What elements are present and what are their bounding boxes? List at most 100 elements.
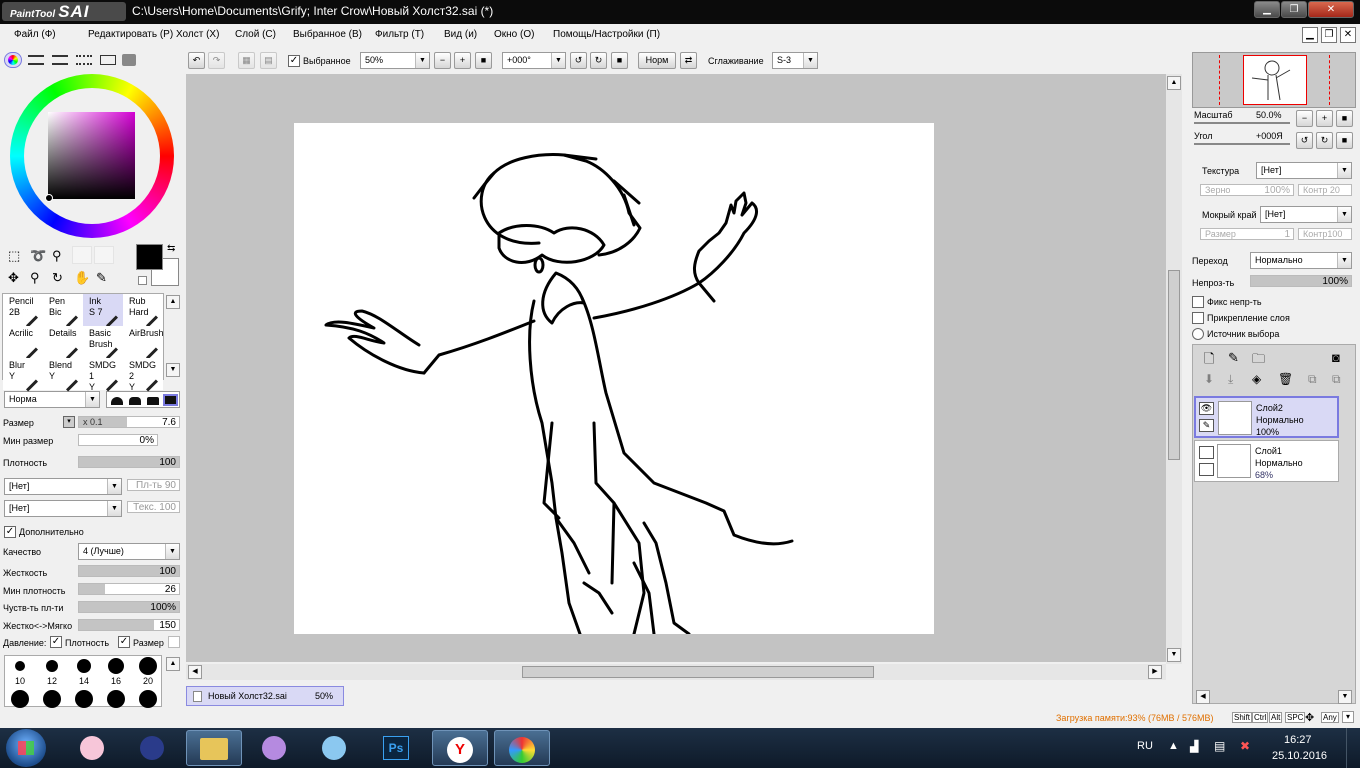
menu-file[interactable]: Файл (Ф) — [14, 29, 56, 40]
eyedropper-icon[interactable]: ✎ — [96, 270, 107, 286]
network-icon[interactable]: ▟ — [1190, 740, 1198, 753]
swap-colors-icon[interactable]: ⇆ — [167, 243, 175, 254]
layer-blend-select[interactable]: Нормально ▼ — [1250, 252, 1352, 269]
brush-tool-airbrush[interactable]: AirBrush — [123, 326, 164, 360]
brush-texture-select[interactable]: [Нет] ▼ — [4, 478, 122, 495]
brush-size-preset-dot[interactable] — [15, 661, 25, 671]
layers-scroll-down-button[interactable]: ▼ — [1338, 690, 1352, 704]
horizontal-scrollbar[interactable]: ◀ ▶ — [186, 664, 1166, 680]
taskbar-pony-icon[interactable] — [64, 730, 120, 766]
brush-tool-blend[interactable]: Blend Y — [43, 358, 83, 392]
zoom-reset-button[interactable]: ■ — [475, 52, 492, 69]
texture-strength-slider[interactable]: Текс. 100 — [127, 501, 180, 513]
eye-icon[interactable] — [1199, 446, 1214, 459]
menu-layer[interactable]: Слой (С) — [235, 29, 276, 40]
layer-opacity-slider[interactable]: 100% — [1250, 275, 1352, 287]
flip-horizontal-button[interactable]: ⇄ — [680, 52, 697, 69]
taskbar-photoshop-icon[interactable]: Ps — [368, 730, 424, 766]
document-tab[interactable]: Новый Холст32.sai 50% — [186, 686, 344, 706]
zoom-select[interactable]: 50% ▼ — [360, 52, 430, 69]
min-size-slider[interactable]: 0% — [78, 434, 158, 446]
minimize-button[interactable]: ▁ — [1254, 1, 1280, 18]
redo-button[interactable]: ↷ — [208, 52, 225, 69]
pressure-extra-checkbox[interactable] — [168, 636, 180, 648]
delete-layer-icon[interactable]: 🗑 — [1278, 372, 1293, 386]
brush-shape-flat-icon[interactable] — [147, 397, 159, 405]
texture-contrast-slider[interactable]: Контр 20 — [1298, 184, 1352, 196]
canvas-document[interactable] — [294, 123, 934, 636]
layers-scroll-left-button[interactable]: ◀ — [1196, 690, 1210, 704]
brush-tool-basic[interactable]: Basic Brush — [83, 326, 123, 360]
tool-scroll-up-button[interactable]: ▲ — [166, 295, 180, 309]
pressure-sense-slider[interactable]: 100% — [78, 601, 180, 613]
hard-soft-slider[interactable]: 150 — [78, 619, 180, 631]
preset-scroll-up-button[interactable]: ▲ — [166, 657, 180, 671]
show-desktop-button[interactable] — [1346, 728, 1360, 768]
min-density-slider[interactable]: 26 — [78, 583, 180, 595]
wet-contrast-slider[interactable]: Контр100 — [1298, 228, 1352, 240]
start-button[interactable] — [6, 729, 46, 767]
device-icon[interactable]: ▤ — [1214, 739, 1225, 753]
scroll-left-button[interactable]: ◀ — [188, 665, 202, 679]
zoom-in-button[interactable]: + — [454, 52, 471, 69]
palette-tab[interactable] — [122, 54, 136, 66]
vertical-scroll-thumb[interactable] — [1168, 270, 1180, 460]
brush-tool-smdg-1[interactable]: SMDG 1Y — [83, 358, 123, 392]
brush-tool-blur[interactable]: Blur Y — [3, 358, 43, 392]
rotate-reset-button[interactable]: ■ — [611, 52, 628, 69]
mask-icon[interactable]: ◙ — [1332, 350, 1340, 365]
navigator-viewport[interactable] — [1243, 55, 1307, 105]
invert-selection-button[interactable]: ▤ — [260, 52, 277, 69]
primary-color-swatch[interactable] — [136, 244, 163, 270]
brush-tool-pencil[interactable]: Pencil 2B — [3, 294, 43, 328]
wet-edge-select[interactable]: [Нет] ▼ — [1260, 206, 1352, 223]
angle-select[interactable]: +000° ▼ — [502, 52, 566, 69]
hand-icon[interactable]: ✋ — [74, 270, 90, 286]
scratchpad-tab[interactable] — [100, 55, 116, 65]
size-slider[interactable]: x 0.1 7.6 — [78, 416, 180, 428]
density-slider[interactable]: 100 — [78, 456, 180, 468]
merge-down-icon[interactable]: ⤓ — [1228, 372, 1233, 387]
alert-icon[interactable]: ✖ — [1240, 739, 1250, 753]
pressure-density-checkbox[interactable]: ✓ — [50, 636, 62, 648]
eye-icon[interactable]: 👁 — [1199, 402, 1214, 415]
brush-size-preset-dot[interactable] — [11, 690, 29, 708]
rotate-icon[interactable]: ↻ — [52, 270, 63, 286]
size-multiplier-toggle[interactable]: ▾ — [63, 416, 75, 428]
move-icon[interactable]: ✥ — [8, 270, 19, 286]
menu-canvas[interactable]: Холст (Х) — [176, 29, 219, 40]
scroll-down-button[interactable]: ▼ — [1167, 648, 1181, 662]
brush-tool-ink[interactable]: Ink S 7 — [83, 294, 123, 328]
mdi-restore-button[interactable]: ❐ — [1321, 27, 1337, 43]
brush-size-preset-dot[interactable] — [108, 658, 124, 674]
quality-select[interactable]: 4 (Лучше) ▼ — [78, 543, 180, 560]
brush-icon[interactable] — [1199, 463, 1214, 476]
smoothing-select[interactable]: S-3 ▼ — [772, 52, 818, 69]
brush-size-preset-dot[interactable] — [77, 659, 91, 673]
wet-size-slider[interactable]: Размер 1 — [1200, 228, 1294, 240]
taskbar-yandex-icon[interactable]: Y — [432, 730, 488, 766]
brush-tool-details[interactable]: Details — [43, 326, 83, 360]
brush-shape-texture-select[interactable]: [Нет] ▼ — [4, 500, 122, 517]
brush-shape-medium-icon[interactable] — [129, 397, 141, 405]
nav-rotate-left-button[interactable]: ↺ — [1296, 132, 1313, 149]
maximize-button[interactable]: ❐ — [1281, 1, 1307, 18]
brush-size-preset-dot[interactable] — [139, 690, 157, 708]
mdi-close-button[interactable]: ✕ — [1340, 27, 1356, 43]
language-indicator[interactable]: RU — [1137, 740, 1153, 752]
clip-layer-checkbox[interactable] — [1192, 312, 1204, 324]
swatch-tab[interactable] — [76, 55, 92, 65]
magic-wand-icon[interactable]: ⚲ — [52, 248, 62, 264]
menu-filter[interactable]: Фильтр (Т) — [375, 29, 424, 40]
zoom-icon[interactable]: ⚲ — [30, 270, 40, 286]
transfer-down-icon[interactable]: ⬇ — [1204, 372, 1214, 386]
scroll-right-button[interactable]: ▶ — [1148, 665, 1162, 679]
mdi-minimize-button[interactable]: ▁ — [1302, 27, 1318, 43]
saturation-value-square[interactable] — [48, 112, 135, 199]
hardness-slider[interactable]: 100 — [78, 565, 180, 577]
nav-zoom-reset-button[interactable]: ■ — [1336, 110, 1353, 127]
brush-size-preset-dot[interactable] — [43, 690, 61, 708]
color-wheel-tab[interactable] — [4, 52, 22, 68]
brush-size-preset-dot[interactable] — [75, 690, 93, 708]
rect-select-icon[interactable]: ⬚ — [8, 248, 20, 264]
